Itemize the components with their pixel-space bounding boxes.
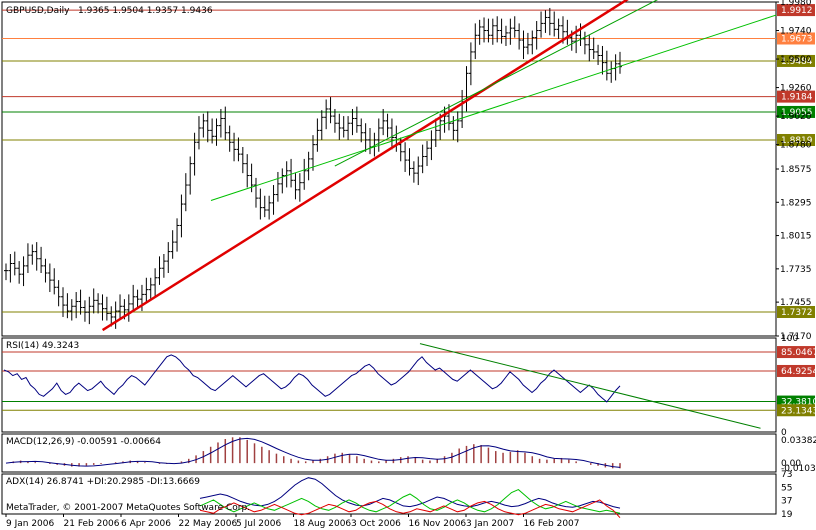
macd-y-tick-label: 0.03382 <box>781 436 816 446</box>
adx-y-tick-label: 73 <box>781 470 792 480</box>
y-tick-label: 1.9740 <box>780 27 812 37</box>
svg-text:64.9254: 64.9254 <box>781 367 816 377</box>
svg-text:1.7372: 1.7372 <box>781 308 813 318</box>
rsi-y-tick: 64.9254 <box>777 364 816 377</box>
copyright-watermark: MetaTrader, © 2001-2007 MetaQuotes Softw… <box>6 503 250 513</box>
y-tick-label: 1.9260 <box>780 84 812 94</box>
chart-header: GBPUSD,Daily <box>6 6 70 16</box>
x-tick-label: 3 Oct 2006 <box>351 519 401 529</box>
svg-text:85.0467: 85.0467 <box>781 348 816 358</box>
x-tick-label: 3 Jan 2007 <box>466 519 514 529</box>
ohlc-readout: 1.9365 1.9504 1.9357 1.9436 <box>78 6 213 16</box>
svg-text:1.9184: 1.9184 <box>781 93 813 103</box>
rsi-label: RSI(14) 49.3243 <box>6 341 79 351</box>
x-tick-label: 9 Jan 2006 <box>6 519 54 529</box>
x-tick-label: 5 Jul 2006 <box>236 519 281 529</box>
svg-text:100: 100 <box>781 334 798 344</box>
y-tick-label: 1.9500 <box>780 55 812 65</box>
x-tick-label: 16 Feb 2007 <box>524 519 580 529</box>
x-tick-label: 18 Aug 2006 <box>294 519 352 529</box>
y-tick-label: 1.9980 <box>780 0 812 8</box>
rsi-panel[interactable]: 10085.046764.925432.381023.13430 RSI(14)… <box>1 334 816 438</box>
x-tick-label: 16 Nov 2006 <box>409 519 467 529</box>
macd-label: MACD(12,26,9) -0.00591 -0.00664 <box>6 437 161 447</box>
adx-y-tick-label: 37 <box>781 497 792 507</box>
x-tick-label: 22 May 2006 <box>179 519 238 529</box>
forex-chart: 1.99121.96731.94841.91841.90551.88191.73… <box>0 0 816 530</box>
svg-text:23.1343: 23.1343 <box>781 406 816 416</box>
adx-label: ADX(14) 26.8741 +DI:20.2985 -DI:13.6669 <box>6 477 200 487</box>
y-tick-label: 1.8780 <box>780 141 812 151</box>
rsi-y-tick: 85.0467 <box>777 346 816 359</box>
adx-panel[interactable]: 73 55 37 19 ADX(14) 26.8741 +DI:20.2985 -DI… <box>1 470 793 520</box>
x-tick-label: 6 Apr 2006 <box>121 519 171 529</box>
y-tick-label: 1.7735 <box>780 265 812 275</box>
macd-panel[interactable]: 0.033820.00-0.01037 MACD(12,26,9) -0.005… <box>1 433 816 474</box>
y-tick-label: 1.7455 <box>780 298 812 308</box>
price-panel[interactable]: 1.99121.96731.94841.91841.90551.88191.73… <box>1 0 815 342</box>
rsi-y-tick: 100 <box>781 334 798 344</box>
rsi-y-tick: 23.1343 <box>777 404 816 417</box>
y-tick-label: 1.8295 <box>780 198 812 208</box>
y-tick-label: 1.8575 <box>780 165 812 175</box>
y-tick-label: 1.9020 <box>780 112 812 122</box>
adx-y-tick-label: 55 <box>781 483 792 493</box>
x-tick-label: 21 Feb 2006 <box>64 519 120 529</box>
y-tick-label: 1.8015 <box>780 232 812 242</box>
adx-y-tick-label: 19 <box>781 510 793 520</box>
